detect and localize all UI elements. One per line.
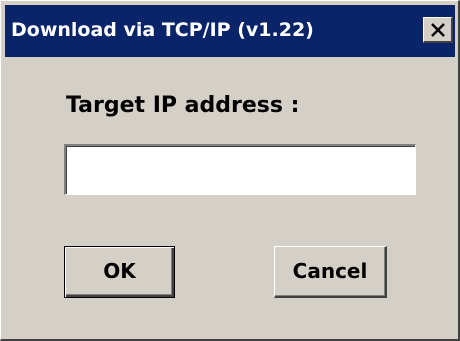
close-button[interactable] (423, 17, 453, 43)
title-bar[interactable]: Download via TCP/IP (v1.22) (5, 5, 455, 57)
window-title: Download via TCP/IP (v1.22) (11, 19, 314, 41)
close-x-icon (431, 23, 445, 37)
download-dialog: Download via TCP/IP (v1.22) Target IP ad… (0, 0, 460, 341)
cancel-button[interactable]: Cancel (274, 246, 387, 298)
target-ip-input[interactable] (64, 144, 416, 195)
target-ip-label: Target IP address : (66, 93, 300, 118)
ok-button[interactable]: OK (64, 246, 175, 298)
